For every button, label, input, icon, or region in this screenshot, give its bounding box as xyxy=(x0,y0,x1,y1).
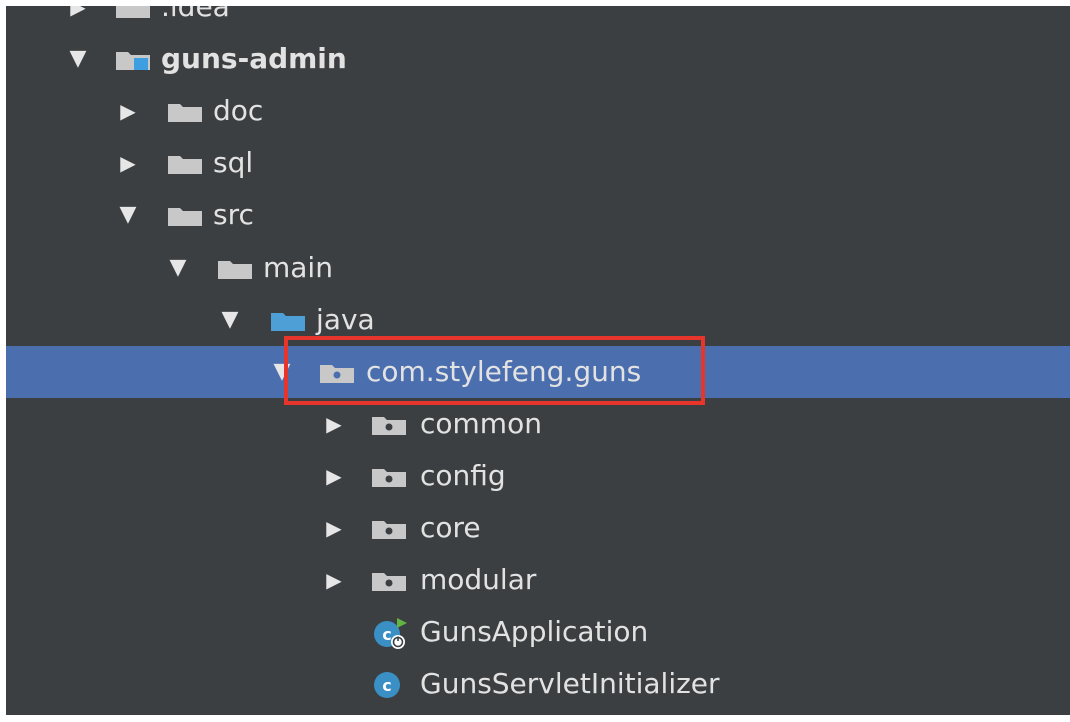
tree-row-label: common xyxy=(420,407,542,440)
tree-row-label: doc xyxy=(213,94,264,127)
source-folder-icon xyxy=(269,310,307,332)
expanded-arrow-icon[interactable]: ▼ xyxy=(64,33,92,85)
folder-icon xyxy=(166,101,204,123)
tree-row-label: sql xyxy=(213,146,254,179)
svg-text:c: c xyxy=(382,676,391,695)
tree-row-label: .idea xyxy=(161,6,230,23)
package-icon xyxy=(370,414,408,436)
tree-row-core[interactable]: ▶ core xyxy=(6,502,1070,554)
tree-row-guns-application[interactable]: c GunsApplication xyxy=(6,606,1070,658)
tree-row-label: core xyxy=(420,511,481,544)
tree-row-doc[interactable]: ▶ doc xyxy=(6,85,1070,137)
collapsed-arrow-icon[interactable]: ▶ xyxy=(64,6,92,33)
tree-row-common[interactable]: ▶ common xyxy=(6,398,1070,450)
tree-row-main[interactable]: ▼ main xyxy=(6,242,1070,294)
collapsed-arrow-icon[interactable]: ▶ xyxy=(320,450,348,502)
tree-row-label: src xyxy=(213,198,254,231)
collapsed-arrow-icon[interactable]: ▶ xyxy=(320,398,348,450)
expanded-arrow-icon[interactable]: ▼ xyxy=(216,294,244,346)
tree-row-label: GunsServletInitializer xyxy=(420,667,720,700)
folder-icon xyxy=(166,153,204,175)
tree-row-guns-admin[interactable]: ▼ guns-admin xyxy=(6,33,1070,85)
module-folder-icon xyxy=(114,49,152,71)
folder-icon xyxy=(114,6,152,19)
tree-row-config[interactable]: ▶ config xyxy=(6,450,1070,502)
tree-row-label: modular xyxy=(420,563,537,596)
folder-icon xyxy=(166,205,204,227)
package-icon xyxy=(370,466,408,488)
tree-row-modular[interactable]: ▶ modular xyxy=(6,554,1070,606)
svg-text:c: c xyxy=(382,625,391,644)
collapsed-arrow-icon[interactable]: ▶ xyxy=(320,554,348,606)
class-icon: c xyxy=(370,670,410,700)
package-icon xyxy=(370,570,408,592)
tree-row-label: guns-admin xyxy=(161,42,347,75)
collapsed-arrow-icon[interactable]: ▶ xyxy=(114,85,142,137)
folder-icon xyxy=(216,258,254,280)
tree-row-src[interactable]: ▼ src xyxy=(6,189,1070,241)
collapsed-arrow-icon[interactable]: ▶ xyxy=(320,502,348,554)
tree-row-sql[interactable]: ▶ sql xyxy=(6,137,1070,189)
tree-row-label: config xyxy=(420,459,506,492)
screenshot-frame: ▶ .idea ▼ guns-admin ▶ doc ▶ sql ▼ src ▼… xyxy=(0,0,1070,722)
tree-row-label: main xyxy=(263,251,333,284)
tree-row-idea[interactable]: ▶ .idea xyxy=(6,6,1070,33)
expanded-arrow-icon[interactable]: ▼ xyxy=(164,242,192,294)
package-icon xyxy=(370,518,408,540)
spring-boot-class-icon: c xyxy=(370,616,410,650)
tree-row-label: GunsApplication xyxy=(420,615,649,648)
collapsed-arrow-icon[interactable]: ▶ xyxy=(114,137,142,189)
tree-row-guns-servlet-initializer[interactable]: c GunsServletInitializer xyxy=(6,658,1070,710)
expanded-arrow-icon[interactable]: ▼ xyxy=(114,189,142,241)
highlight-annotation-box xyxy=(284,336,705,405)
